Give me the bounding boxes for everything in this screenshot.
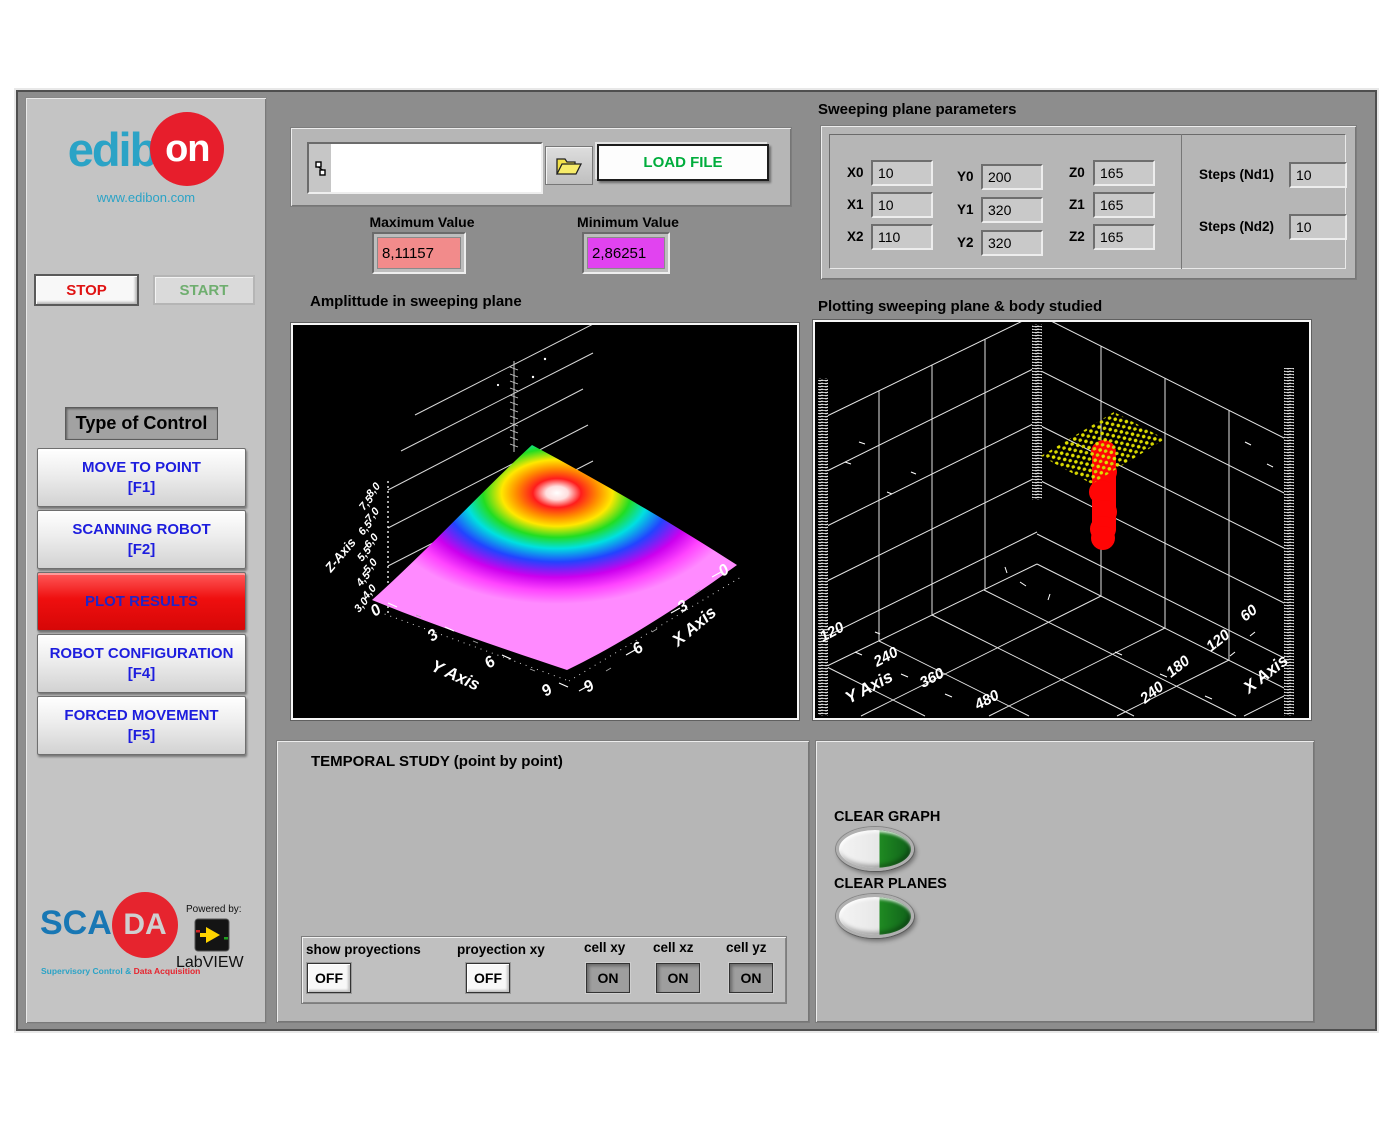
clear-planes-label: CLEAR PLANES (834, 876, 947, 892)
z0-label: Z0 (1069, 165, 1085, 180)
steps-nd1-field[interactable]: 10 (1289, 162, 1347, 188)
x0-field[interactable]: 10 (871, 160, 933, 186)
button-hotkey: [F5] (128, 726, 156, 746)
main-window: edib on www.edibon.com STOP START Type o… (16, 90, 1377, 1031)
minimum-value-label: Minimum Value (567, 214, 689, 230)
file-path-control (307, 142, 543, 194)
show-proyections-toggle[interactable]: OFF (307, 963, 351, 993)
robot-configuration-button[interactable]: ROBOT CONFIGURATION [F4] (37, 634, 246, 693)
scada-logo-da: DA (123, 908, 166, 942)
clear-controls-panel: CLEAR GRAPH CLEAR PLANES (815, 740, 1315, 1023)
move-to-point-button[interactable]: MOVE TO POINT [F1] (37, 448, 246, 507)
stop-button[interactable]: STOP (34, 274, 139, 306)
path-glyph-icon (309, 144, 331, 192)
temporal-study-panel: TEMPORAL STUDY (point by point) show pro… (276, 740, 810, 1023)
scada-tagline-blue: Supervisory Control & (41, 966, 134, 976)
steps-nd1-label: Steps (Nd1) (1199, 167, 1274, 182)
button-hotkey: [F4] (128, 664, 156, 684)
x1-label: X1 (847, 197, 864, 212)
y1-field[interactable]: 320 (981, 197, 1043, 223)
steps-nd2-field[interactable]: 10 (1289, 214, 1347, 240)
steps-nd2-label: Steps (Nd2) (1199, 219, 1274, 234)
file-loader-group: LOAD FILE (290, 127, 792, 207)
cell-yz-label: cell yz (726, 940, 767, 955)
projection-toggle-strip: show proyections OFF proyection xy OFF c… (301, 936, 787, 1004)
z2-label: Z2 (1069, 229, 1085, 244)
sweeping-parameters-group: X0 10 X1 10 X2 110 Y0 200 Y1 320 Y2 320 … (820, 125, 1357, 280)
folder-icon (555, 156, 583, 176)
edibon-logo-on: on (165, 128, 209, 171)
file-path-input[interactable] (331, 144, 541, 192)
sweeping-parameters-title: Sweeping plane parameters (818, 101, 1016, 118)
edibon-logo: edib on (26, 112, 266, 186)
y2-label: Y2 (957, 235, 974, 250)
button-label: FORCED MOVEMENT (64, 706, 218, 726)
plot-results-button[interactable]: PLOT RESULTS (37, 572, 246, 631)
cell-xz-label: cell xz (653, 940, 694, 955)
y0-label: Y0 (957, 169, 974, 184)
clear-graph-toggle[interactable] (836, 827, 914, 871)
button-label: ROBOT CONFIGURATION (50, 644, 234, 664)
edibon-logo-circle: on (150, 112, 224, 186)
y1-label: Y1 (957, 202, 974, 217)
y0-field[interactable]: 200 (981, 164, 1043, 190)
maximum-value-label: Maximum Value (356, 214, 488, 230)
load-file-button[interactable]: LOAD FILE (597, 144, 769, 181)
button-hotkey: [F1] (128, 478, 156, 498)
proyection-xy-toggle[interactable]: OFF (466, 963, 510, 993)
edibon-website: www.edibon.com (26, 190, 266, 205)
minimum-value-box: 2,86251 (582, 232, 670, 274)
button-label: SCANNING ROBOT (72, 520, 210, 540)
powered-by-label: Powered by: (186, 904, 242, 915)
z1-label: Z1 (1069, 197, 1085, 212)
show-proyections-label: show proyections (306, 942, 421, 957)
divider (1181, 134, 1182, 269)
amplitude-surface-plot[interactable]: 8,0 7,5 7,0 6,5 6,0 5,5 5,0 4,5 4,0 3,0 … (291, 323, 799, 720)
scada-logo-text: SCA (40, 904, 112, 943)
maximum-value: 8,11157 (377, 237, 461, 269)
x0-label: X0 (847, 165, 864, 180)
cell-xy-label: cell xy (584, 940, 625, 955)
cell-yz-toggle[interactable]: ON (729, 963, 773, 993)
sweeping-plane-body-plot[interactable]: 120 240 360 480 Y Axis 60 120 180 240 X … (813, 320, 1311, 720)
start-button[interactable]: START (153, 275, 255, 305)
type-of-control-label: Type of Control (65, 407, 218, 440)
z0-field[interactable]: 165 (1093, 160, 1155, 186)
z1-field[interactable]: 165 (1093, 192, 1155, 218)
browse-folder-button[interactable] (545, 146, 593, 185)
scada-logo-circle: DA (112, 892, 178, 958)
clear-planes-toggle[interactable] (836, 894, 914, 938)
edibon-logo-text: edib (68, 122, 157, 177)
minimum-value: 2,86251 (587, 237, 665, 269)
right-plot-title: Plotting sweeping plane & body studied (818, 298, 1102, 315)
proyection-xy-label: proyection xy (457, 942, 545, 957)
labview-icon (194, 918, 230, 952)
cell-xy-toggle[interactable]: ON (586, 963, 630, 993)
maximum-value-box: 8,11157 (372, 232, 466, 274)
clear-graph-label: CLEAR GRAPH (834, 809, 940, 825)
button-label: MOVE TO POINT (82, 458, 201, 478)
button-label: PLOT RESULTS (85, 592, 198, 612)
y2-field[interactable]: 320 (981, 230, 1043, 256)
z2-field[interactable]: 165 (1093, 224, 1155, 250)
labview-label: LabVIEW (176, 954, 244, 972)
temporal-study-title: TEMPORAL STUDY (point by point) (311, 753, 563, 770)
x2-label: X2 (847, 229, 864, 244)
x1-field[interactable]: 10 (871, 192, 933, 218)
sidebar: edib on www.edibon.com STOP START Type o… (25, 97, 267, 1024)
button-hotkey: [F2] (128, 540, 156, 560)
forced-movement-button[interactable]: FORCED MOVEMENT [F5] (37, 696, 246, 755)
left-plot-title: Amplittude in sweeping plane (310, 293, 522, 310)
cell-xz-toggle[interactable]: ON (656, 963, 700, 993)
scanning-robot-button[interactable]: SCANNING ROBOT [F2] (37, 510, 246, 569)
x2-field[interactable]: 110 (871, 224, 933, 250)
